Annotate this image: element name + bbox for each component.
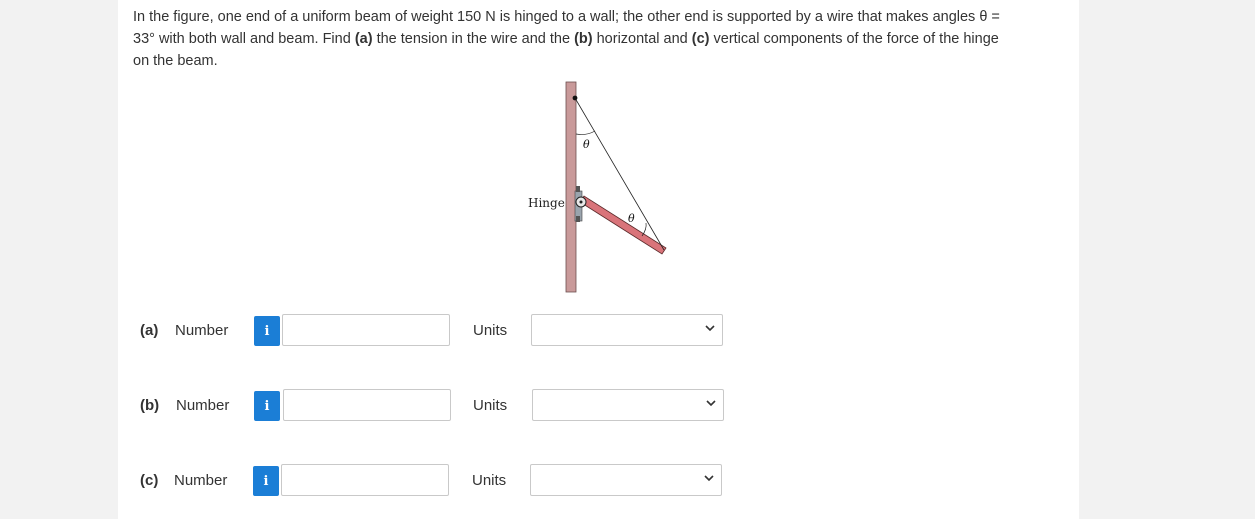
- units-label-b: Units: [473, 397, 508, 414]
- hinge-bolt-bottom: [576, 216, 580, 222]
- question-text: In the figure, one end of a uniform beam…: [133, 6, 1073, 72]
- number-label-c: Number: [174, 472, 228, 489]
- chevron-down-icon: [705, 325, 715, 332]
- beam-figure: θ θ Hinge: [528, 81, 667, 293]
- answer-row-b: (b) Number i Units: [140, 389, 740, 423]
- units-label-a: Units: [473, 322, 508, 339]
- theta-label-top: θ: [583, 138, 590, 151]
- answer-row-a: (a) Number i Units: [140, 314, 740, 348]
- chevron-down-icon: [706, 400, 716, 407]
- question-line-1: In the figure, one end of a uniform beam…: [133, 9, 1000, 25]
- units-select-c[interactable]: [530, 464, 722, 496]
- answer-row-c: (c) Number i Units: [140, 464, 740, 498]
- question-part-b: (b): [574, 31, 593, 47]
- question-text-segment: horizontal and: [592, 31, 692, 47]
- number-input-b[interactable]: [283, 389, 451, 421]
- info-icon[interactable]: i: [253, 466, 279, 496]
- hinge-pin-center: [579, 200, 583, 204]
- hinge-bolt-top: [576, 186, 580, 192]
- part-label-b: (b): [140, 397, 160, 414]
- number-input-c[interactable]: [281, 464, 449, 496]
- beam: [579, 195, 667, 255]
- chevron-down-icon: [704, 475, 714, 482]
- question-text-segment: vertical components of the force of the …: [709, 31, 999, 47]
- angle-arc-top: [575, 130, 596, 135]
- question-text-segment: 33° with both wall and beam. Find: [133, 31, 355, 47]
- question-text-segment: the tension in the wire and the: [372, 31, 575, 47]
- info-icon[interactable]: i: [254, 391, 280, 421]
- question-line-3: on the beam.: [133, 53, 218, 69]
- question-part-a: (a): [354, 31, 373, 47]
- units-select-b[interactable]: [532, 389, 724, 421]
- question-line-2: 33° with both wall and beam. Find (a) th…: [133, 28, 1073, 50]
- wire-anchor: [572, 95, 578, 101]
- number-input-a[interactable]: [282, 314, 450, 346]
- number-label-b: Number: [176, 397, 230, 414]
- number-label-a: Number: [175, 322, 229, 339]
- hinge-label: Hinge: [528, 196, 565, 210]
- theta-label-beam: θ: [628, 212, 635, 225]
- info-icon[interactable]: i: [254, 316, 280, 346]
- part-label-c: (c): [140, 472, 159, 489]
- wall: [565, 81, 577, 293]
- units-select-a[interactable]: [531, 314, 723, 346]
- question-part-c: (c): [691, 31, 710, 47]
- part-label-a: (a): [140, 322, 159, 339]
- units-label-c: Units: [472, 472, 507, 489]
